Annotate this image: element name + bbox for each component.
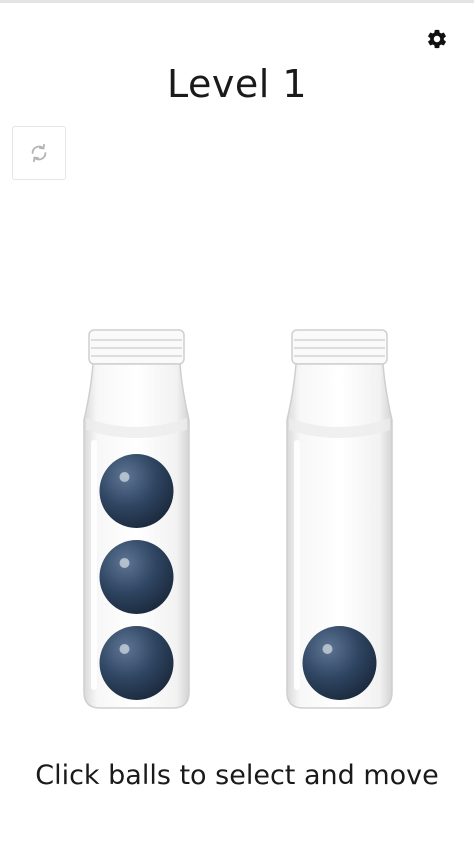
- settings-button[interactable]: [422, 24, 452, 54]
- top-divider: [0, 0, 474, 3]
- gear-icon: [428, 29, 446, 49]
- ball-highlight: [119, 644, 130, 654]
- tube-board: [0, 320, 474, 715]
- instruction-text: Click balls to select and move: [35, 760, 439, 791]
- bottle-graphic: [286, 329, 393, 709]
- restart-button[interactable]: [12, 126, 66, 180]
- bottle-neck: [88, 329, 185, 365]
- ball-highlight: [119, 472, 130, 482]
- ball[interactable]: [99, 626, 174, 700]
- bottle-neck: [291, 329, 388, 365]
- refresh-icon: [31, 143, 47, 163]
- tube-2[interactable]: [282, 320, 397, 715]
- ball-highlight: [322, 644, 333, 654]
- ball[interactable]: [302, 626, 377, 700]
- ball[interactable]: [99, 540, 174, 614]
- ball-highlight: [119, 558, 130, 568]
- tube-1[interactable]: [79, 320, 194, 715]
- level-title: Level 1: [166, 62, 308, 106]
- ball[interactable]: [99, 454, 174, 528]
- bottle-graphic: [83, 329, 190, 709]
